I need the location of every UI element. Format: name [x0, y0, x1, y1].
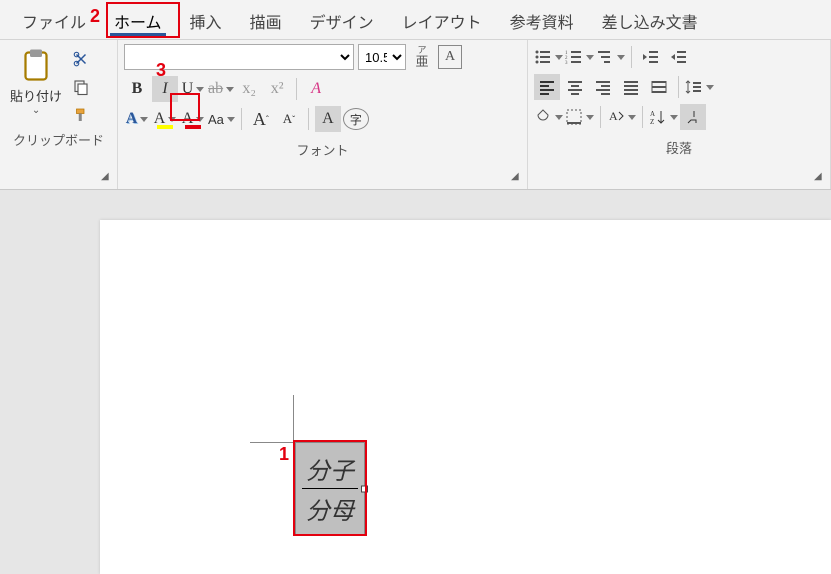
- text-effects-button[interactable]: A: [124, 106, 150, 132]
- superscript-button[interactable]: x²: [264, 76, 290, 102]
- paragraph-group-label: 段落: [666, 138, 692, 157]
- justify-button[interactable]: [618, 74, 644, 100]
- shrink-font-button[interactable]: Aˇ: [276, 106, 302, 132]
- bullets-button[interactable]: [534, 44, 563, 70]
- increase-indent-button[interactable]: [666, 44, 692, 70]
- tab-mailings[interactable]: 差し込み文書: [588, 1, 712, 39]
- phonetic-guide-button[interactable]: ア亜: [410, 45, 434, 69]
- align-right-button[interactable]: [590, 74, 616, 100]
- scissors-icon: [72, 50, 90, 68]
- align-center-button[interactable]: [562, 74, 588, 100]
- cursor-guide-horizontal: [250, 442, 295, 443]
- line-spacing-button[interactable]: [685, 74, 714, 100]
- cut-button[interactable]: [70, 48, 92, 70]
- sort-button[interactable]: AZ: [649, 104, 678, 130]
- document-page[interactable]: 分子 分母: [100, 220, 831, 574]
- show-marks-button[interactable]: [680, 104, 706, 130]
- clipboard-launcher[interactable]: ◢: [101, 171, 115, 185]
- change-case-button[interactable]: Aa: [208, 106, 235, 132]
- shading-button[interactable]: [534, 104, 563, 130]
- group-clipboard: 貼り付け ⌄ クリップボード ◢: [0, 40, 118, 189]
- font-group-label: フォント: [296, 140, 348, 159]
- paragraph-launcher[interactable]: ◢: [814, 171, 828, 185]
- decrease-indent-button[interactable]: [638, 44, 664, 70]
- annotation-3: 3: [156, 60, 166, 81]
- svg-text:A: A: [650, 110, 655, 118]
- tab-references[interactable]: 参考資料: [496, 1, 588, 39]
- clipboard-group-label: クリップボード: [13, 130, 104, 149]
- svg-text:Z: Z: [650, 118, 654, 126]
- align-left-button[interactable]: [534, 74, 560, 100]
- highlight-italic: [170, 93, 200, 121]
- copy-icon: [72, 78, 90, 96]
- annotation-1: 1: [279, 444, 289, 465]
- annotation-2: 2: [90, 6, 100, 27]
- paste-button[interactable]: 貼り付け ⌄: [6, 44, 66, 116]
- borders-button[interactable]: [565, 104, 594, 130]
- tab-insert[interactable]: 挿入: [176, 1, 236, 39]
- highlight-tab-home: [106, 2, 180, 38]
- subscript-button[interactable]: x₂: [236, 76, 262, 102]
- numbering-button[interactable]: 123: [565, 44, 594, 70]
- brush-icon: [72, 106, 90, 124]
- strikethrough-button[interactable]: ab: [208, 76, 234, 102]
- clear-formatting-button[interactable]: A: [303, 76, 329, 102]
- format-painter-button[interactable]: [70, 104, 92, 126]
- svg-text:3: 3: [565, 61, 568, 66]
- font-launcher[interactable]: ◢: [511, 171, 525, 185]
- distributed-button[interactable]: [646, 74, 672, 100]
- bold-button[interactable]: B: [124, 76, 150, 102]
- font-size-select[interactable]: 10.5: [358, 44, 406, 70]
- svg-text:A: A: [609, 109, 618, 123]
- clipboard-icon: [18, 48, 54, 84]
- grow-font-button[interactable]: Aˆ: [248, 106, 274, 132]
- tab-file[interactable]: ファイル: [8, 1, 100, 39]
- highlight-equation: [293, 440, 367, 536]
- multilevel-list-button[interactable]: [596, 44, 625, 70]
- copy-button[interactable]: [70, 76, 92, 98]
- tab-design[interactable]: デザイン: [296, 1, 388, 39]
- group-paragraph: 123 A AZ 段落 ◢: [528, 40, 831, 189]
- character-border-button[interactable]: A: [438, 45, 462, 69]
- character-shading-button[interactable]: A: [315, 106, 341, 132]
- tab-draw[interactable]: 描画: [236, 1, 296, 39]
- paste-label: 貼り付け: [10, 86, 62, 105]
- text-direction-button[interactable]: A: [607, 104, 636, 130]
- tab-layout[interactable]: レイアウト: [388, 1, 496, 39]
- ribbon: 貼り付け ⌄ クリップボード ◢ 10.5 ア亜 A B I U ab x₂ x…: [0, 40, 831, 190]
- enclose-characters-button[interactable]: 字: [343, 108, 369, 130]
